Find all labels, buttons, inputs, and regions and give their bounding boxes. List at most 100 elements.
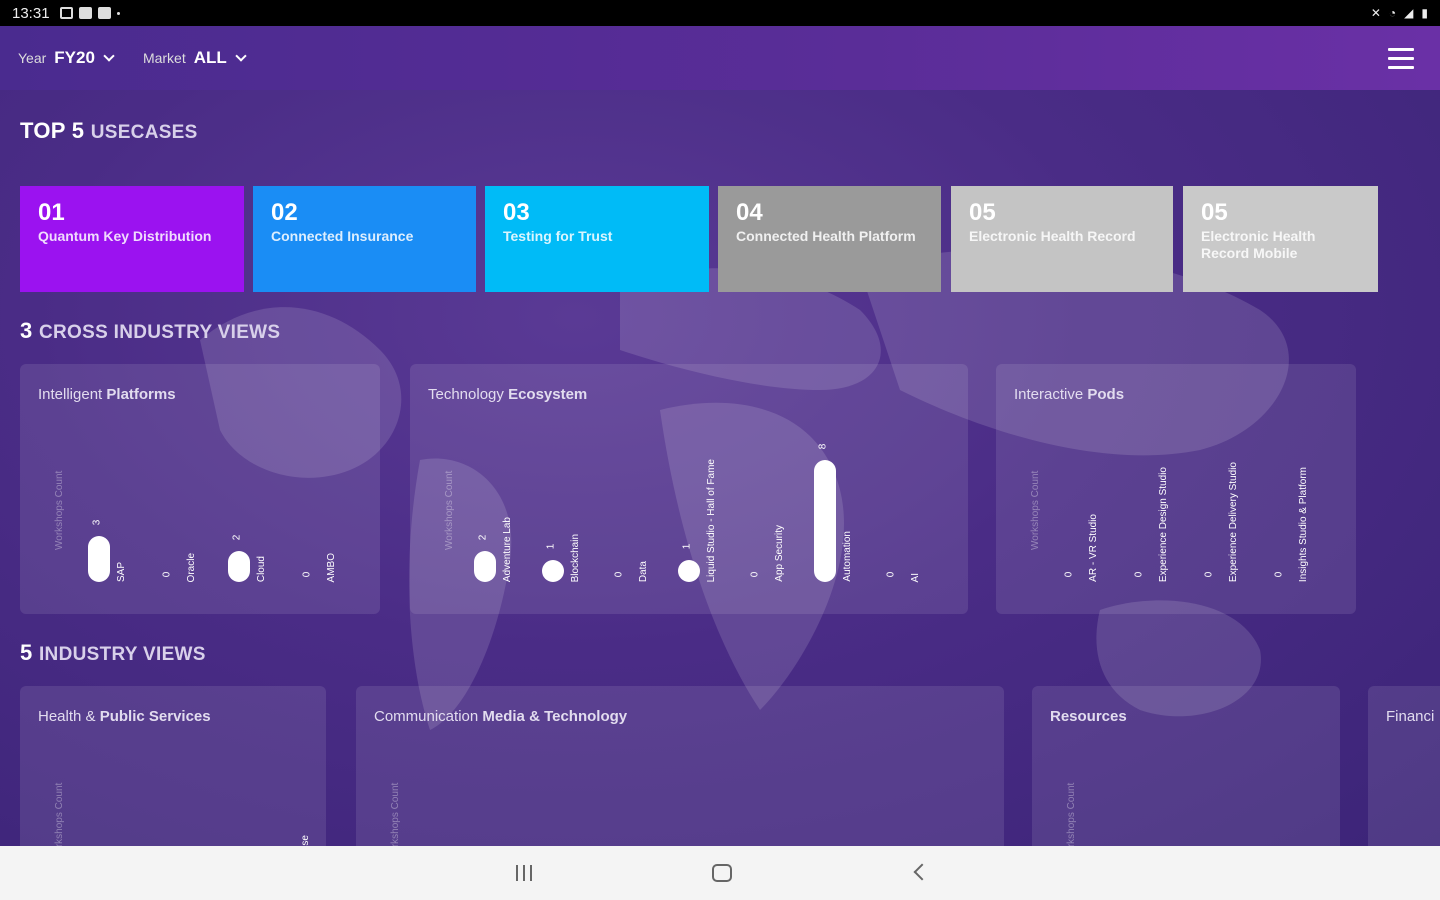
bag-notification-icon — [97, 7, 111, 19]
dashboard-content[interactable]: TOP 5 USECASES 01 Quantum Key Distributi… — [0, 90, 1440, 846]
notification-icons — [59, 7, 120, 19]
bar-category-label: Insights Studio & Platform — [1298, 466, 1309, 582]
bar-item[interactable]: 0ure — [1204, 766, 1264, 846]
year-filter[interactable]: Year FY20 — [18, 48, 115, 68]
section-prefix: 3 — [20, 318, 33, 343]
wifi-icon: ◔ — [1388, 6, 1397, 20]
bar-value-label: 0 — [301, 571, 313, 578]
bar-value-label: 2 — [231, 534, 243, 541]
bar-category-label: SAP — [116, 561, 127, 582]
card-title: Technology Ecosystem — [428, 386, 587, 403]
top5-section-title: TOP 5 USECASES — [20, 118, 198, 144]
recent-apps-icon[interactable] — [514, 865, 534, 885]
home-icon[interactable] — [712, 864, 732, 882]
bar-item[interactable]: 0 AMBO — [298, 412, 358, 582]
market-filter[interactable]: Market ALL — [143, 48, 247, 68]
bar-item[interactable]: 0y Engagement — [636, 766, 696, 846]
resources-card[interactable]: Resources Workshops Count0018ore0ure — [1032, 686, 1340, 846]
interactive-pods-card[interactable]: Interactive Pods Workshops Count 0 AR - VR… — [996, 364, 1356, 614]
signal-icon: ◢ — [1404, 6, 1414, 20]
usecase-card-2[interactable]: 02 Connected Insurance — [253, 186, 476, 292]
bar-item[interactable]: 0 Data — [610, 412, 670, 582]
bar[interactable] — [814, 460, 836, 582]
bar-item[interactable]: 0ss Cognitive — [708, 766, 768, 846]
card-title: Intelligent Platforms — [38, 386, 176, 403]
usecase-card-3[interactable]: 03 Testing for Trust — [485, 186, 709, 292]
y-axis-label: Workshops Count — [444, 470, 455, 550]
bar-item[interactable]: 03D Experience — [492, 766, 552, 846]
card-title-bold: Resources — [1050, 708, 1127, 725]
bar-item[interactable]: 0ing — [780, 766, 840, 846]
usecase-number: 04 — [736, 199, 763, 226]
bar-item[interactable]: 0 Oracle — [158, 412, 218, 582]
card-title-bold: Pods — [1087, 386, 1125, 403]
cross-industry-section-title: 3 CROSS INDUSTRY VIEWS — [20, 318, 280, 344]
bar-item[interactable]: 0Operations and ch — [564, 766, 624, 846]
bar-item[interactable]: 0Engineering — [924, 766, 984, 846]
usecase-name: Connected Insurance — [271, 228, 414, 244]
bar-item[interactable]: 3Networks — [420, 766, 480, 846]
bar[interactable] — [228, 551, 250, 582]
bar[interactable] — [542, 560, 564, 582]
card-title: Interactive Pods — [1014, 386, 1124, 403]
bar-item[interactable]: 8 Automation — [814, 412, 874, 582]
bar-item[interactable]: 0 Insights Studio & Platform — [1270, 412, 1330, 582]
bar-category-label: Data — [638, 560, 649, 582]
financial-services-card[interactable]: Financi — [1368, 686, 1440, 846]
usecase-card-4[interactable]: 04 Connected Health Platform — [718, 186, 941, 292]
bar[interactable] — [88, 536, 110, 582]
bar-item[interactable]: 0 AR - VR Studio — [1060, 412, 1120, 582]
card-title-bold: Public Services — [99, 708, 211, 725]
bar-item[interactable]: 0ng — [852, 766, 912, 846]
section-prefix: TOP 5 — [20, 118, 85, 143]
card-title-light: Financi — [1386, 708, 1435, 725]
usecase-number: 05 — [1201, 199, 1228, 226]
bar-item[interactable]: 0of the Future — [180, 766, 240, 846]
usecase-number: 05 — [969, 199, 996, 226]
bar-item[interactable]: 0 AI — [882, 412, 942, 582]
usecase-number: 01 — [38, 199, 65, 226]
bar-item[interactable]: 3 SAP — [88, 412, 148, 582]
hamburger-menu-icon[interactable] — [1388, 48, 1414, 70]
usecase-name: Electronic Health Record — [969, 228, 1136, 244]
bar-item[interactable]: 0 App Security — [746, 412, 806, 582]
communication-media-technology-card[interactable]: Communication Media & Technology Worksho… — [356, 686, 1004, 846]
section-rest: USECASES — [90, 122, 198, 143]
bar-item[interactable]: 24and Care — [88, 766, 148, 846]
bar-value-label: 1 — [545, 543, 557, 550]
bar-category-label: Drives Data Enterprise — [300, 835, 311, 846]
health-public-services-card[interactable]: Health & Public Services Workshops Count… — [20, 686, 326, 846]
status-time: 13:31 — [12, 4, 50, 22]
y-axis-label: Workshops Count — [390, 782, 401, 846]
y-axis-label: Workshops Count — [54, 470, 65, 550]
card-title-bold: Ecosystem — [508, 386, 588, 403]
section-prefix: 5 — [20, 640, 33, 665]
usecase-card-6[interactable]: 05 Electronic Health Record Mobile — [1183, 186, 1378, 292]
bar-category-label: Automation — [842, 531, 853, 582]
bar-category-label: AMBO — [326, 552, 337, 582]
system-navigation-bar — [0, 846, 1440, 900]
bar-item[interactable]: 2 Adventure Lab — [474, 412, 534, 582]
bar-item[interactable]: 2 Cloud — [228, 412, 288, 582]
usecase-card-5[interactable]: 05 Electronic Health Record — [951, 186, 1173, 292]
bar-item[interactable]: 1 Liquid Studio - Hall of Fame — [678, 412, 738, 582]
intelligent-platforms-card[interactable]: Intelligent Platforms Workshops Count 3 SA… — [20, 364, 380, 614]
card-title: Health & Public Services — [38, 708, 211, 725]
battery-icon: ▮ — [1421, 6, 1428, 20]
bar-item[interactable]: 0 Experience Delivery Studio — [1200, 412, 1260, 582]
bar[interactable] — [474, 551, 496, 582]
technology-ecosystem-card[interactable]: Technology Ecosystem Workshops Count 2 Adv… — [410, 364, 968, 614]
bar-item[interactable]: 0Drives Data Enterprise — [272, 766, 326, 846]
y-axis-label: Workshops Count — [1066, 782, 1077, 846]
bar-item[interactable]: 1 Blockchain — [542, 412, 602, 582]
bar-value-label: 3 — [91, 519, 103, 526]
section-rest: INDUSTRY VIEWS — [38, 644, 206, 665]
back-icon[interactable] — [913, 863, 931, 881]
bar[interactable] — [678, 560, 700, 582]
usecase-name: Testing for Trust — [503, 228, 613, 244]
bar-category-label: AI — [910, 572, 921, 582]
bar-category-label: Liquid Studio - Hall of Fame — [706, 458, 717, 582]
bar-value-label: 0 — [161, 571, 173, 578]
bar-item[interactable]: 0 Experience Design Studio — [1130, 412, 1190, 582]
usecase-card-1[interactable]: 01 Quantum Key Distribution — [20, 186, 244, 292]
